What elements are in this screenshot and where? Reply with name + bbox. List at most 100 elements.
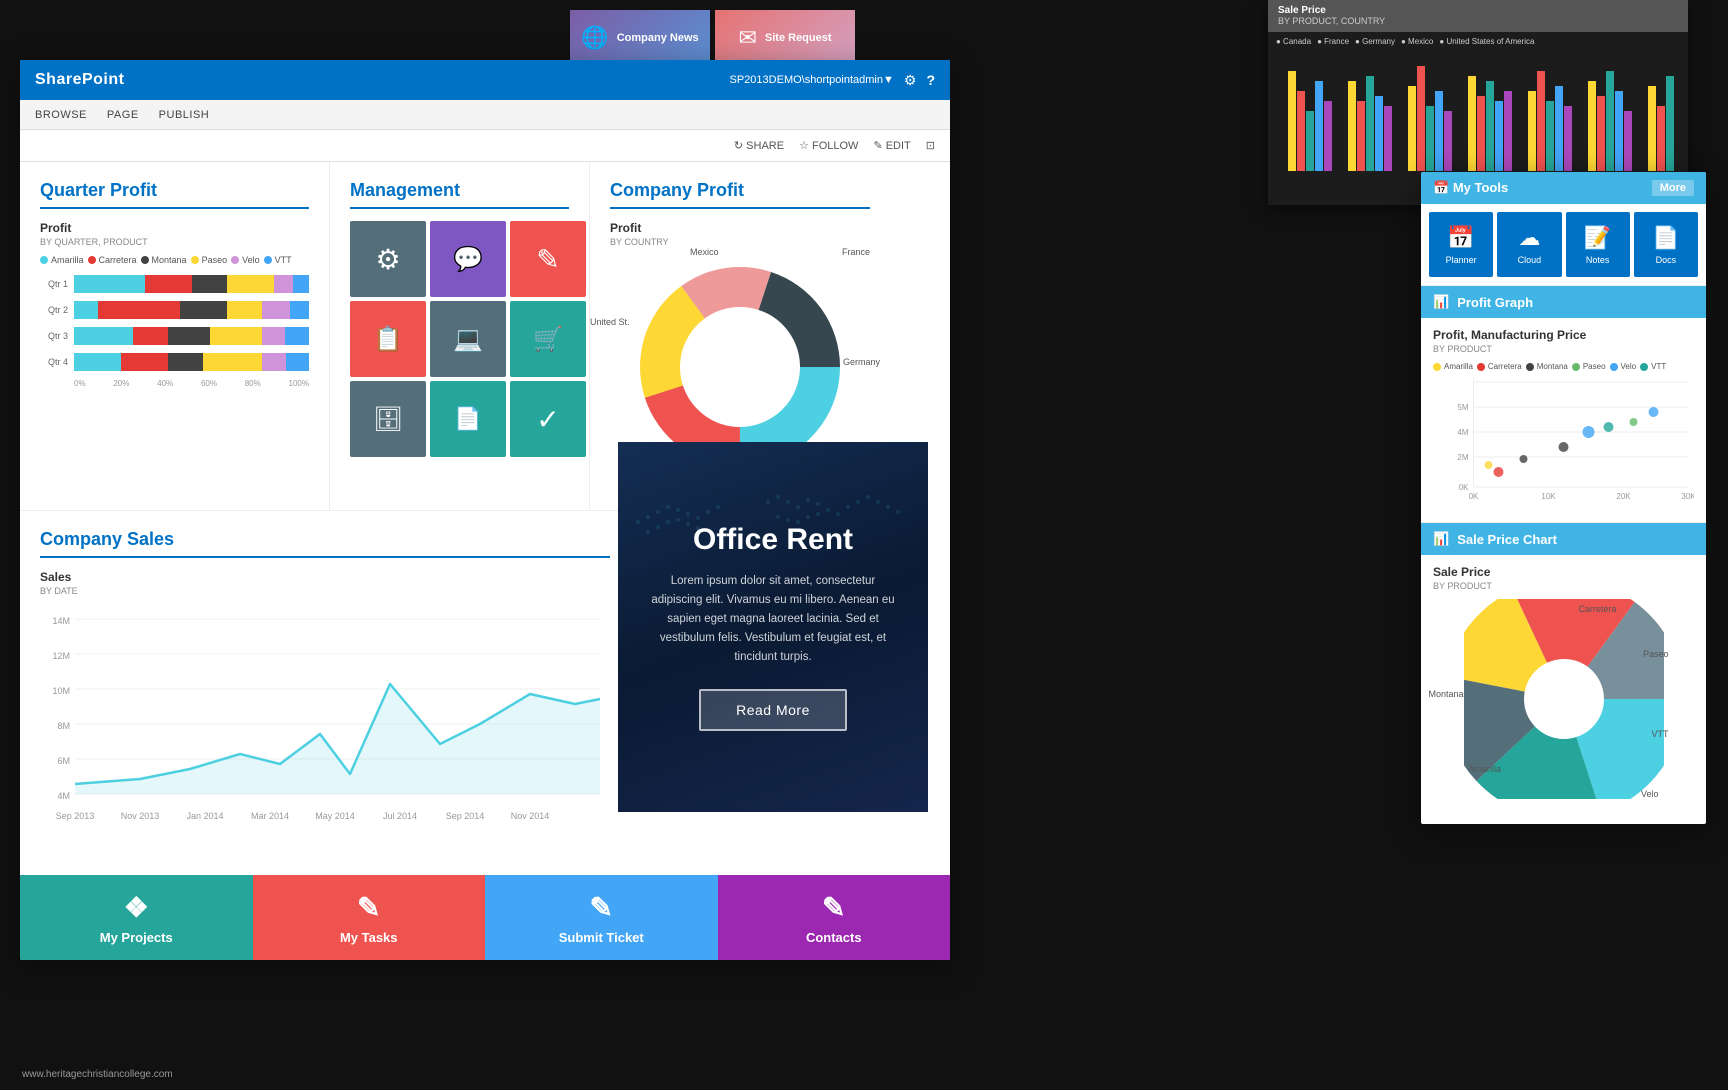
- mgmt-tile-book[interactable]: 📋: [350, 301, 426, 377]
- sale-price-header: 📊 Sale Price Chart: [1421, 523, 1706, 555]
- bg-chart-title: Sale Price: [1278, 5, 1326, 16]
- more-button[interactable]: More: [1652, 180, 1694, 196]
- sale-price-content: Sale Price BY PRODUCT: [1421, 555, 1706, 824]
- company-news-banner: 🌐 Company News: [570, 10, 710, 65]
- legend-item-paseo: Paseo: [191, 255, 228, 265]
- toolbar-item-ticket[interactable]: ✎ Submit Ticket: [485, 875, 718, 960]
- profit-chart-label: Profit, Manufacturing Price: [1433, 328, 1694, 342]
- docs-label: Docs: [1656, 255, 1677, 265]
- graph-icon: 📊: [1433, 294, 1449, 310]
- svg-text:0K: 0K: [1459, 483, 1469, 492]
- mgmt-tile-cart[interactable]: 🛒: [510, 301, 586, 377]
- action-fullscreen[interactable]: ⊡: [926, 139, 935, 152]
- mgmt-tile-doc[interactable]: 📄: [430, 381, 506, 457]
- tool-cloud[interactable]: ☁ Cloud: [1497, 212, 1561, 277]
- mgmt-tile-check[interactable]: ✓: [510, 381, 586, 457]
- quarter-profit-legend: Amarilla Carretera Montana Paseo Velo VT…: [40, 255, 309, 265]
- legend-item-amarilla: Amarilla: [40, 255, 84, 265]
- profit-graph-content: Profit, Manufacturing Price BY PRODUCT A…: [1421, 318, 1706, 522]
- mgmt-tile-gear[interactable]: ⚙: [350, 221, 426, 297]
- management-title: Management: [350, 180, 569, 209]
- mgmt-tile-laptop[interactable]: 💻: [430, 301, 506, 377]
- notes-label: Notes: [1586, 255, 1610, 265]
- mgmt-tile-chat[interactable]: 💬: [430, 221, 506, 297]
- sp-page-actions: ↻ SHARE ☆ FOLLOW ✎ EDIT ⊡: [20, 130, 950, 162]
- toolbar-item-projects[interactable]: ❖ My Projects: [20, 875, 253, 960]
- read-more-button[interactable]: Read More: [699, 689, 847, 731]
- bar-track-q4: [74, 353, 309, 371]
- nav-publish[interactable]: PUBLISH: [159, 109, 210, 121]
- tool-planner[interactable]: 📅 Planner: [1429, 212, 1493, 277]
- sp-topbar-right: SP2013DEMO\shortpointadmin▼ ⚙ ?: [730, 72, 935, 89]
- scatter-legend: Amarilla Carretera Montana Paseo Velo VT…: [1433, 362, 1694, 371]
- sp-user[interactable]: SP2013DEMO\shortpointadmin▼: [730, 74, 894, 86]
- right-panel: 📅 My Tools More 📅 Planner ☁ Cloud 📝 Note…: [1421, 172, 1706, 824]
- planner-label: Planner: [1446, 255, 1477, 265]
- sale-price-title: Sale Price Chart: [1457, 532, 1557, 547]
- action-share[interactable]: ↻ SHARE: [734, 139, 784, 152]
- bar-row-q2: Qtr 2: [40, 301, 309, 319]
- svg-text:Jan 2014: Jan 2014: [186, 811, 223, 821]
- bar-label-q4: Qtr 4: [40, 357, 68, 367]
- tool-docs[interactable]: 📄 Docs: [1634, 212, 1698, 277]
- axis-100: 100%: [289, 379, 309, 388]
- quarter-profit-chart: Qtr 1 Qtr 2: [40, 275, 309, 388]
- svg-text:4M: 4M: [57, 791, 70, 801]
- sp-settings-icon[interactable]: ⚙: [904, 72, 917, 89]
- svg-text:6M: 6M: [57, 756, 70, 766]
- company-sales-sublabel: BY DATE: [40, 586, 610, 596]
- tool-notes[interactable]: 📝 Notes: [1566, 212, 1630, 277]
- svg-text:8M: 8M: [57, 721, 70, 731]
- svg-text:Nov 2013: Nov 2013: [121, 811, 160, 821]
- office-rent-description: Lorem ipsum dolor sit amet, consectetur …: [648, 572, 898, 667]
- quarter-profit-section: Quarter Profit Profit BY QUARTER, PRODUC…: [20, 162, 330, 510]
- bar-row-q1: Qtr 1: [40, 275, 309, 293]
- ticket-label: Submit Ticket: [559, 930, 644, 945]
- sp-nav: BROWSE PAGE PUBLISH: [20, 100, 950, 130]
- bar-track-q3: [74, 327, 309, 345]
- bar-label-q3: Qtr 3: [40, 331, 68, 341]
- mgmt-tile-edit[interactable]: ✎: [510, 221, 586, 297]
- toolbar-item-tasks[interactable]: ✎ My Tasks: [253, 875, 486, 960]
- office-rent-title: Office Rent: [693, 523, 853, 557]
- notes-icon: 📝: [1584, 225, 1611, 251]
- tools-grid: 📅 Planner ☁ Cloud 📝 Notes 📄 Docs: [1421, 204, 1706, 285]
- sp-help-icon[interactable]: ?: [926, 72, 935, 88]
- nav-browse[interactable]: BROWSE: [35, 109, 87, 121]
- legend-usa: ● United States of America: [1439, 37, 1534, 46]
- projects-icon: ❖: [124, 891, 149, 924]
- company-profit-sublabel: BY COUNTRY: [610, 237, 870, 247]
- mgmt-tile-db[interactable]: 🗄: [350, 381, 426, 457]
- svg-text:20K: 20K: [1616, 492, 1631, 501]
- contacts-icon: ✎: [822, 891, 845, 924]
- svg-text:10M: 10M: [52, 686, 70, 696]
- nav-page[interactable]: PAGE: [107, 109, 139, 121]
- svg-text:Sep 2014: Sep 2014: [446, 811, 485, 821]
- toolbar-item-contacts[interactable]: ✎ Contacts: [718, 875, 951, 960]
- company-profit-title: Company Profit: [610, 180, 870, 209]
- action-edit[interactable]: ✎ EDIT: [873, 139, 910, 152]
- profit-graph-section: 📊 Profit Graph Profit, Manufacturing Pri…: [1421, 286, 1706, 523]
- svg-text:12M: 12M: [52, 651, 70, 661]
- chart-icon: 📊: [1433, 531, 1449, 547]
- calendar-icon: 📅: [1433, 180, 1449, 195]
- office-rent-card: Office Rent Lorem ipsum dolor sit amet, …: [618, 442, 928, 812]
- bar-row-q3: Qtr 3: [40, 327, 309, 345]
- svg-text:2M: 2M: [1457, 453, 1468, 462]
- line-chart-svg: 14M 12M 10M 8M 6M 4M: [40, 604, 610, 844]
- action-follow[interactable]: ☆ FOLLOW: [799, 139, 858, 152]
- site-request-banner: ✉ Site Request: [715, 10, 855, 65]
- bar-row-q4: Qtr 4: [40, 353, 309, 371]
- cloud-icon: ☁: [1518, 225, 1540, 251]
- axis-80: 80%: [245, 379, 261, 388]
- bottom-toolbar: ❖ My Projects ✎ My Tasks ✎ Submit Ticket…: [20, 875, 950, 960]
- axis-20: 20%: [113, 379, 129, 388]
- cloud-label: Cloud: [1518, 255, 1542, 265]
- quarter-profit-sublabel: BY QUARTER, PRODUCT: [40, 237, 309, 247]
- line-chart-container: 14M 12M 10M 8M 6M 4M: [40, 604, 610, 824]
- office-rent-content: Office Rent Lorem ipsum dolor sit amet, …: [618, 442, 928, 812]
- legend-item-carretera: Carretera: [88, 255, 137, 265]
- svg-text:Nov 2014: Nov 2014: [511, 811, 550, 821]
- company-sales-label: Sales: [40, 570, 610, 584]
- my-tools-header: 📅 My Tools More: [1421, 172, 1706, 204]
